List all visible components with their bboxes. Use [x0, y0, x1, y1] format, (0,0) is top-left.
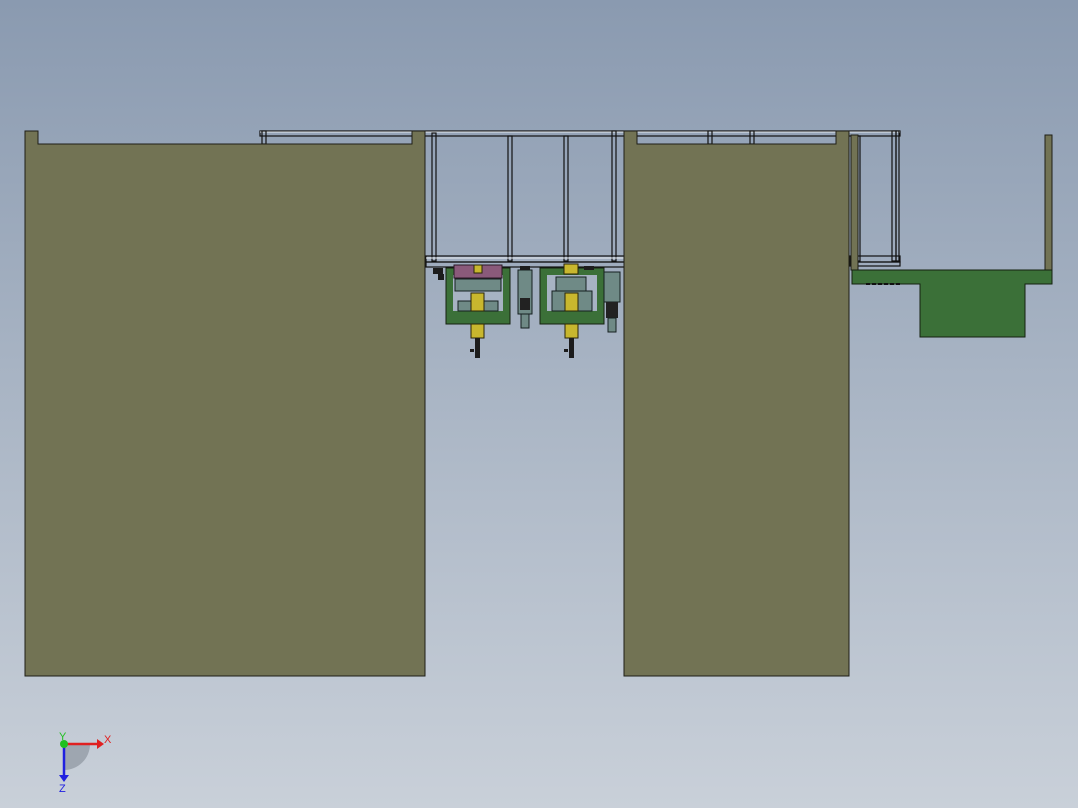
sensor-column-2[interactable]: [603, 271, 621, 333]
x-axis-label: X: [104, 734, 112, 746]
right-enclosure[interactable]: [850, 134, 1053, 271]
right-platform[interactable]: [851, 269, 1053, 338]
press-unit-2[interactable]: [539, 263, 605, 358]
graphics-viewport[interactable]: X Y Z: [0, 0, 1078, 808]
left-cabinet[interactable]: [24, 130, 426, 677]
press-unit-1[interactable]: [445, 264, 511, 358]
coordinate-triad-icon: X Y Z: [59, 731, 112, 795]
z-axis-label: Z: [59, 783, 66, 795]
y-axis-label: Y: [59, 731, 67, 743]
middle-cabinet[interactable]: [623, 130, 850, 677]
sensor-column-1[interactable]: [517, 269, 533, 329]
model-view[interactable]: X Y Z: [0, 0, 1078, 808]
